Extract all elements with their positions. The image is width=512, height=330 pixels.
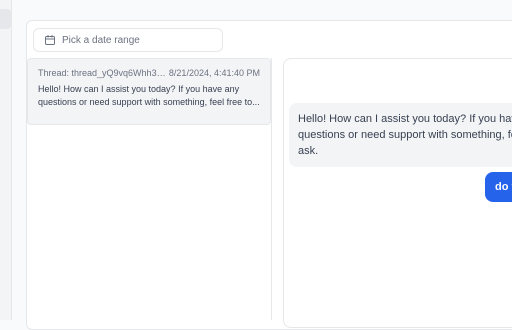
thread-list-item[interactable]: Thread: thread_yQ9vq6Whh39... 8/21/2024,…: [27, 58, 271, 125]
chat-pane: Hello! How can I assist you today? If yo…: [283, 58, 512, 328]
assistant-message: Hello! How can I assist you today? If yo…: [289, 103, 512, 167]
sidebar-edge: [0, 0, 12, 320]
user-message: do y: [485, 172, 512, 202]
thread-preview: Hello! How can I assist you today? If yo…: [38, 84, 260, 107]
thread-timestamp: 8/21/2024, 4:41:40 PM: [168, 68, 260, 78]
date-range-picker[interactable]: Pick a date range: [33, 28, 223, 52]
date-range-placeholder: Pick a date range: [62, 34, 140, 46]
sidebar-toggle[interactable]: [0, 9, 11, 29]
thread-list: Thread: thread_yQ9vq6Whh39... 8/21/2024,…: [27, 58, 272, 320]
calendar-icon: [44, 34, 56, 46]
thread-id: Thread: thread_yQ9vq6Whh39...: [38, 68, 166, 78]
